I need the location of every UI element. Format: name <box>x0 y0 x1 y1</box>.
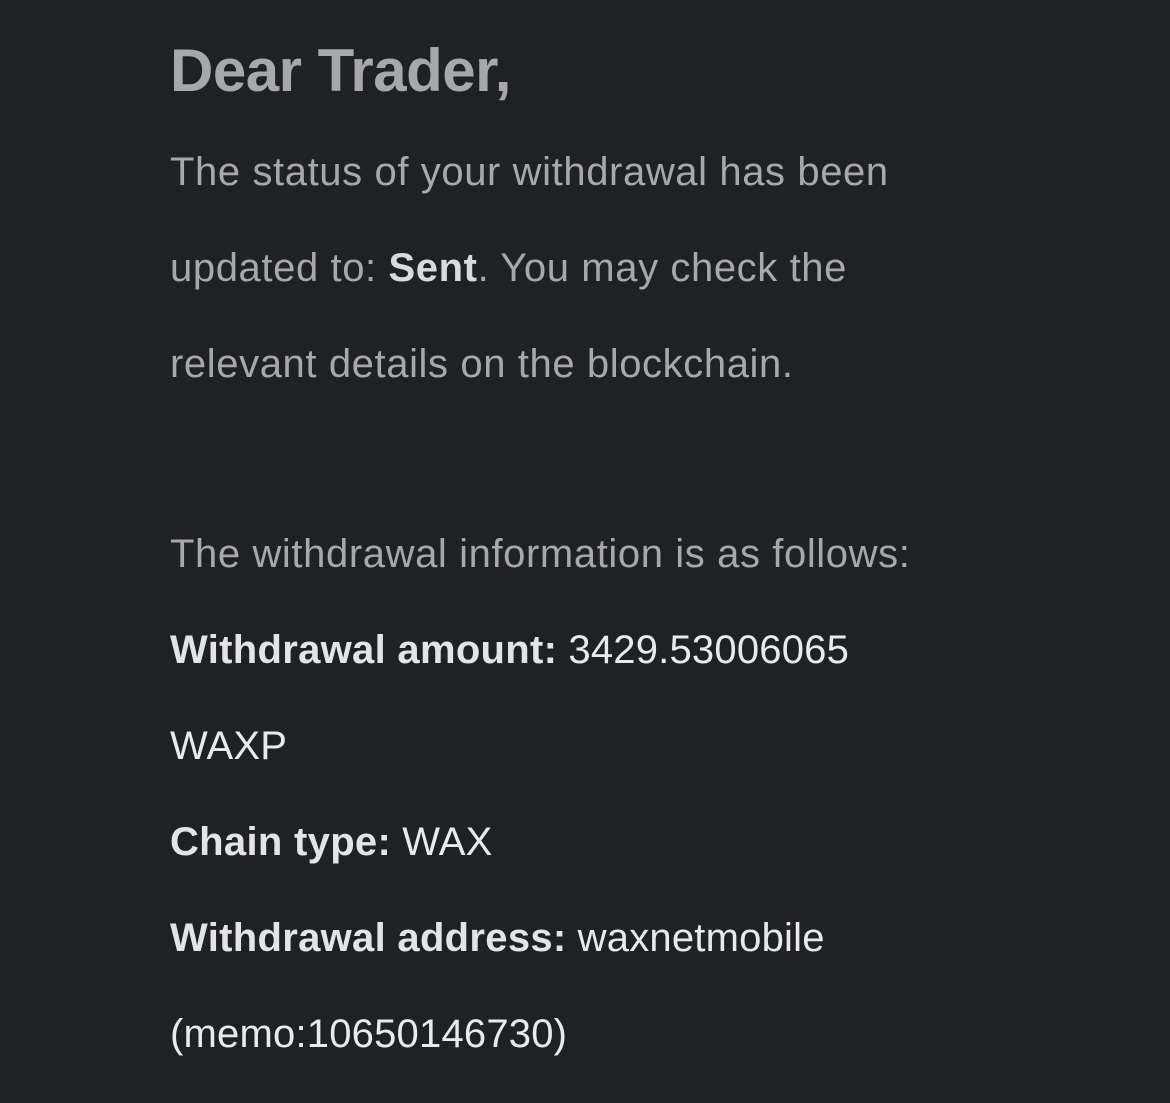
withdrawal-amount-label: Withdrawal amount: <box>170 628 558 672</box>
withdrawal-amount-unit: WAXP <box>170 714 287 778</box>
status-paragraph: The status of your withdrawal has been u… <box>170 140 1070 428</box>
status-line-3: relevant details on the blockchain. <box>170 342 794 386</box>
withdrawal-address-value: waxnetmobile <box>577 916 825 960</box>
withdrawal-status: Sent <box>388 246 478 290</box>
status-line-1: The status of your withdrawal has been <box>170 150 889 194</box>
withdrawal-address-label: Withdrawal address: <box>170 916 567 960</box>
status-line-2-prefix: updated to: <box>170 246 389 290</box>
withdrawal-memo: (memo:10650146730) <box>170 1002 567 1066</box>
withdrawal-address-row: Withdrawal address: waxnetmobile <box>170 906 825 970</box>
status-line-2: updated to: Sent. You may check the <box>170 236 1070 300</box>
withdrawal-memo-value: (memo:10650146730) <box>170 1012 568 1056</box>
greeting-heading: Dear Trader, <box>170 37 511 104</box>
chain-type-label: Chain type: <box>170 820 392 864</box>
chain-type-value: WAX <box>402 820 493 864</box>
chain-type-row: Chain type: WAX <box>170 810 492 874</box>
withdrawal-amount-unit-value: WAXP <box>170 724 288 768</box>
info-intro: The withdrawal information is as follows… <box>170 532 911 576</box>
status-line-2-suffix: . You may check the <box>477 246 848 290</box>
withdrawal-amount-value: 3429.53006065 <box>568 628 850 672</box>
withdrawal-amount-row: Withdrawal amount: 3429.53006065 <box>170 618 849 682</box>
